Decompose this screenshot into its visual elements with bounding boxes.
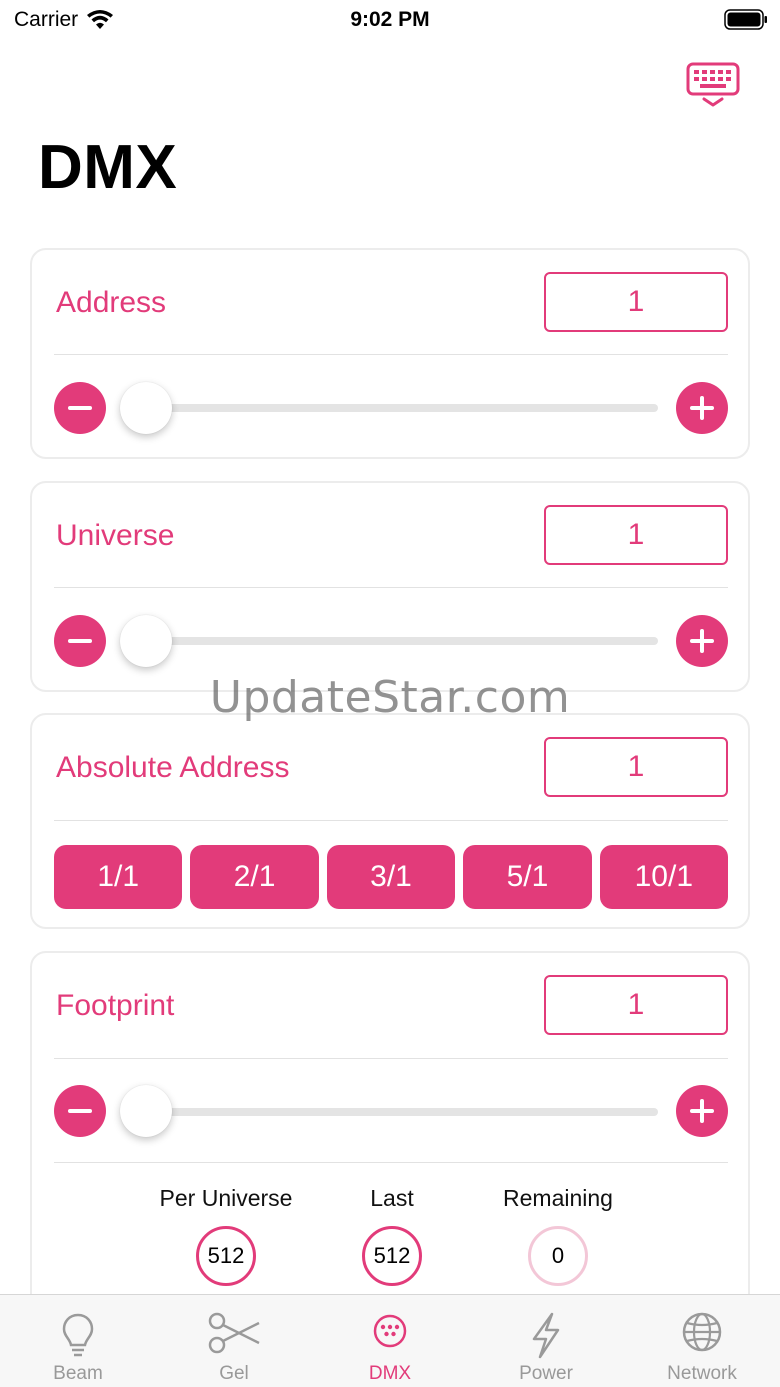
divider xyxy=(54,1162,728,1163)
universe-slider-track[interactable] xyxy=(146,637,658,645)
preset-row: 1/1 2/1 3/1 5/1 10/1 xyxy=(54,845,729,909)
footprint-slider-thumb[interactable] xyxy=(120,1085,172,1137)
globe-icon xyxy=(682,1312,722,1352)
address-increment-button[interactable] xyxy=(676,382,728,434)
footprint-increment-button[interactable] xyxy=(676,1085,728,1137)
tab-bar: Beam Gel DMX Power Network xyxy=(0,1294,780,1387)
address-card: Address 1 xyxy=(30,248,750,459)
universe-label: Universe xyxy=(56,519,175,552)
universe-decrement-button[interactable] xyxy=(54,615,106,667)
absolute-address-card: Absolute Address 1 1/1 2/1 3/1 5/1 10/1 xyxy=(30,713,750,929)
footprint-slider-track[interactable] xyxy=(146,1108,658,1116)
minus-icon xyxy=(68,1109,92,1113)
footprint-label: Footprint xyxy=(56,989,175,1022)
stat-label: Last xyxy=(370,1185,414,1211)
minus-icon xyxy=(68,406,92,410)
lightning-icon xyxy=(532,1312,560,1359)
universe-card: Universe 1 xyxy=(30,481,750,692)
clock: 9:02 PM xyxy=(350,8,430,31)
address-slider-thumb[interactable] xyxy=(120,382,172,434)
stat-value: 0 xyxy=(528,1226,588,1286)
watermark: UpdateStar.com xyxy=(209,672,571,723)
address-value-field[interactable]: 1 xyxy=(544,272,728,332)
tab-label: Network xyxy=(667,1363,737,1384)
preset-button-1-1[interactable]: 1/1 xyxy=(54,845,183,909)
keyboard-hide-icon[interactable] xyxy=(686,62,740,108)
battery-icon xyxy=(724,9,767,30)
divider xyxy=(54,354,728,355)
stat-per-universe: Per Universe 512 xyxy=(136,1185,316,1286)
status-bar: Carrier 9:02 PM xyxy=(0,0,780,40)
tab-label: Power xyxy=(519,1363,573,1384)
address-slider-track[interactable] xyxy=(146,404,658,412)
tab-label: Gel xyxy=(219,1363,249,1384)
scissors-icon xyxy=(208,1312,260,1354)
universe-increment-button[interactable] xyxy=(676,615,728,667)
preset-button-3-1[interactable]: 3/1 xyxy=(326,845,456,909)
absolute-address-label: Absolute Address xyxy=(56,751,290,784)
tab-power[interactable]: Power xyxy=(468,1295,624,1387)
stat-remaining: Remaining 0 xyxy=(468,1185,648,1286)
plus-icon xyxy=(690,396,714,420)
absolute-address-value-field[interactable]: 1 xyxy=(544,737,728,797)
preset-button-5-1[interactable]: 5/1 xyxy=(463,845,592,909)
minus-icon xyxy=(68,639,92,643)
address-decrement-button[interactable] xyxy=(54,382,106,434)
tab-label: Beam xyxy=(53,1363,103,1384)
tab-gel[interactable]: Gel xyxy=(156,1295,312,1387)
tab-dmx[interactable]: DMX xyxy=(312,1295,468,1387)
preset-button-2-1[interactable]: 2/1 xyxy=(190,845,319,909)
divider xyxy=(54,1058,728,1059)
dmx-connector-icon xyxy=(373,1314,407,1348)
stat-label: Remaining xyxy=(503,1185,613,1211)
universe-slider-thumb[interactable] xyxy=(120,615,172,667)
page-title: DMX xyxy=(38,133,178,202)
divider xyxy=(54,820,728,821)
stat-value: 512 xyxy=(362,1226,422,1286)
lightbulb-icon xyxy=(62,1313,94,1357)
tab-label: DMX xyxy=(368,1363,412,1384)
divider xyxy=(54,587,728,588)
footprint-card: Footprint 1 Per Universe 512 Last 512 Re… xyxy=(30,951,750,1331)
universe-value-field[interactable]: 1 xyxy=(544,505,728,565)
footprint-decrement-button[interactable] xyxy=(54,1085,106,1137)
plus-icon xyxy=(690,1099,714,1123)
stat-last: Last 512 xyxy=(302,1185,482,1286)
footprint-value-field[interactable]: 1 xyxy=(544,975,728,1035)
plus-icon xyxy=(690,629,714,653)
stat-value: 512 xyxy=(196,1226,256,1286)
tab-network[interactable]: Network xyxy=(624,1295,780,1387)
preset-button-10-1[interactable]: 10/1 xyxy=(599,845,729,909)
address-label: Address xyxy=(56,286,167,319)
stat-label: Per Universe xyxy=(159,1185,293,1211)
tab-beam[interactable]: Beam xyxy=(0,1295,156,1387)
